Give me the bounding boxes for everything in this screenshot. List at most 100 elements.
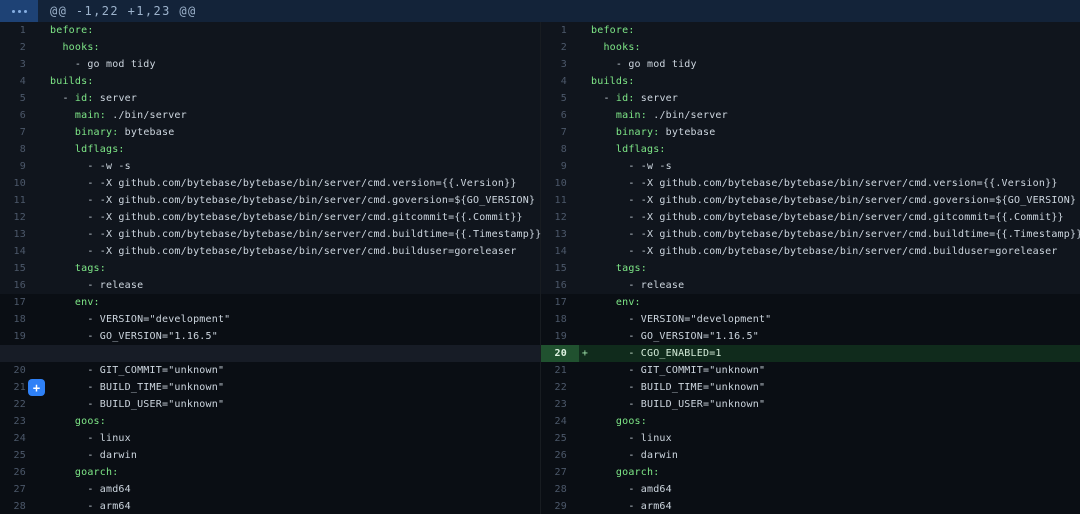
diff-row: 16 - release — [0, 277, 540, 294]
line-number[interactable]: 20 — [541, 345, 579, 362]
line-number[interactable]: 5 — [541, 90, 579, 107]
diff-row: 6 main: ./bin/server — [0, 107, 540, 124]
code-line: - -X github.com/bytebase/bytebase/bin/se… — [50, 175, 517, 192]
line-number[interactable]: 17 — [541, 294, 579, 311]
line-number[interactable]: 28 — [541, 481, 579, 498]
line-number[interactable]: 7 — [541, 124, 579, 141]
line-number[interactable]: 11 — [0, 192, 38, 209]
gutter-spacer — [579, 124, 591, 141]
line-number[interactable]: 10 — [0, 175, 38, 192]
gutter-spacer — [38, 90, 50, 107]
line-number[interactable]: 16 — [541, 277, 579, 294]
line-number[interactable]: 20 — [0, 362, 38, 379]
line-number[interactable]: 15 — [541, 260, 579, 277]
line-number[interactable]: 12 — [0, 209, 38, 226]
gutter-spacer — [579, 209, 591, 226]
line-number[interactable]: 1 — [541, 22, 579, 39]
line-number[interactable]: 14 — [541, 243, 579, 260]
ellipsis-icon — [12, 10, 27, 13]
gutter-spacer — [579, 260, 591, 277]
diff-row: 13 - -X github.com/bytebase/bytebase/bin… — [0, 226, 540, 243]
line-number[interactable]: 3 — [541, 56, 579, 73]
line-number[interactable]: 26 — [0, 464, 38, 481]
code-line: - amd64 — [591, 481, 672, 498]
diff-row: 9 - -w -s — [0, 158, 540, 175]
line-number[interactable]: 27 — [541, 464, 579, 481]
code-line: - GIT_COMMIT="unknown" — [50, 362, 224, 379]
gutter-spacer — [38, 277, 50, 294]
line-number[interactable]: 10 — [541, 175, 579, 192]
line-number[interactable]: 25 — [541, 430, 579, 447]
gutter-spacer — [38, 175, 50, 192]
code-line: binary: bytebase — [591, 124, 715, 141]
diff-row: 18 - VERSION="development" — [0, 311, 540, 328]
diff-row: 19 - GO_VERSION="1.16.5" — [0, 328, 540, 345]
diff-row: 27 - amd64 — [0, 481, 540, 498]
line-number[interactable]: 13 — [541, 226, 579, 243]
line-number[interactable]: 9 — [0, 158, 38, 175]
expand-hunk-button[interactable] — [0, 0, 38, 22]
line-number[interactable]: 24 — [0, 430, 38, 447]
line-number[interactable]: 8 — [0, 141, 38, 158]
line-number[interactable]: 2 — [541, 39, 579, 56]
line-number[interactable]: 2 — [0, 39, 38, 56]
gutter-spacer — [579, 243, 591, 260]
line-number[interactable]: 14 — [0, 243, 38, 260]
line-number[interactable]: 6 — [541, 107, 579, 124]
code-line: - -w -s — [591, 158, 672, 175]
code-line: - -X github.com/bytebase/bytebase/bin/se… — [50, 243, 517, 260]
line-number[interactable]: 19 — [0, 328, 38, 345]
line-number[interactable]: 15 — [0, 260, 38, 277]
diff-row: 1before: — [0, 22, 540, 39]
line-number[interactable]: 12 — [541, 209, 579, 226]
line-number[interactable]: 18 — [0, 311, 38, 328]
line-number[interactable]: 1 — [0, 22, 38, 39]
line-number[interactable]: 17 — [0, 294, 38, 311]
diff-row: 10 - -X github.com/bytebase/bytebase/bin… — [0, 175, 540, 192]
line-number[interactable]: 23 — [541, 396, 579, 413]
line-number[interactable]: 28 — [0, 498, 38, 514]
line-number[interactable]: 4 — [541, 73, 579, 90]
diff-row: 8 ldflags: — [0, 141, 540, 158]
code-line: - -X github.com/bytebase/bytebase/bin/se… — [50, 209, 523, 226]
line-number[interactable]: 26 — [541, 447, 579, 464]
line-number[interactable]: 5 — [0, 90, 38, 107]
gutter-spacer — [579, 22, 591, 39]
line-number[interactable]: 3 — [0, 56, 38, 73]
code-line: ldflags: — [591, 141, 666, 158]
gutter-spacer — [38, 481, 50, 498]
line-number[interactable]: 25 — [0, 447, 38, 464]
gutter-spacer — [579, 396, 591, 413]
line-number[interactable]: 29 — [541, 498, 579, 514]
line-number[interactable]: 21 — [541, 362, 579, 379]
line-number[interactable]: 24 — [541, 413, 579, 430]
line-number[interactable]: 6 — [0, 107, 38, 124]
line-number[interactable]: 16 — [0, 277, 38, 294]
diff-row: 24 goos: — [541, 413, 1080, 430]
line-number[interactable]: 18 — [541, 311, 579, 328]
code-line: - darwin — [50, 447, 137, 464]
line-number[interactable]: 8 — [541, 141, 579, 158]
line-number[interactable]: 4 — [0, 73, 38, 90]
add-comment-button[interactable]: + — [28, 379, 45, 396]
code-line: - -X github.com/bytebase/bytebase/bin/se… — [591, 192, 1076, 209]
code-line: main: ./bin/server — [50, 107, 187, 124]
diff-row: 7 binary: bytebase — [541, 124, 1080, 141]
line-number[interactable]: 27 — [0, 481, 38, 498]
gutter-spacer — [38, 73, 50, 90]
line-number[interactable]: 22 — [541, 379, 579, 396]
line-number[interactable]: 7 — [0, 124, 38, 141]
code-line: - BUILD_TIME="unknown" — [50, 379, 224, 396]
diff-row: 17 env: — [541, 294, 1080, 311]
line-number[interactable]: 11 — [541, 192, 579, 209]
diff-pane-old: 1before:2 hooks:3 - go mod tidy4builds:5… — [0, 22, 540, 514]
line-number[interactable]: 13 — [0, 226, 38, 243]
gutter-spacer — [579, 277, 591, 294]
line-number[interactable]: 9 — [541, 158, 579, 175]
line-number[interactable]: 22 — [0, 396, 38, 413]
diff-row: 23 - BUILD_USER="unknown" — [541, 396, 1080, 413]
gutter-spacer — [38, 311, 50, 328]
addition-marker: + — [579, 345, 591, 362]
line-number[interactable]: 23 — [0, 413, 38, 430]
line-number[interactable]: 19 — [541, 328, 579, 345]
